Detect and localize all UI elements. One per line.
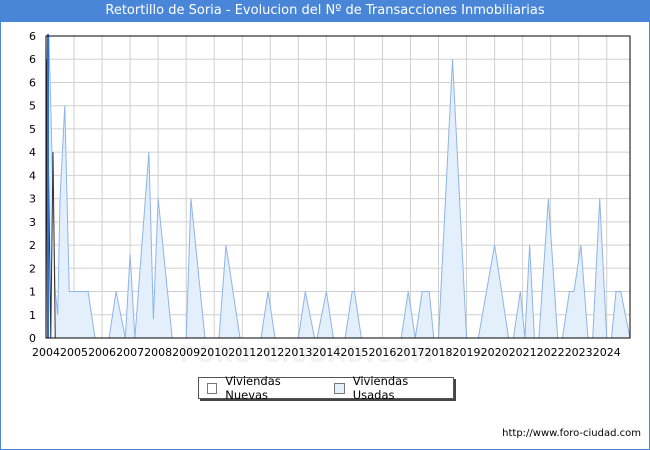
legend-label-nuevas: Viviendas Nuevas: [225, 374, 281, 402]
y-tick-label: 6: [29, 30, 36, 43]
y-tick-label: 1: [29, 309, 36, 322]
x-tick-label: 2024: [593, 346, 621, 359]
legend-swatch-usadas: [334, 382, 345, 394]
x-tick-label: 2008: [144, 346, 172, 359]
x-tick-label: 2006: [88, 346, 116, 359]
y-tick-label: 3: [29, 216, 36, 229]
y-tick-label: 4: [29, 169, 36, 182]
x-tick-label: 2022: [537, 346, 565, 359]
legend-swatch-nuevas: [207, 382, 218, 394]
x-tick-label: 2007: [116, 346, 144, 359]
x-tick-label: 2015: [340, 346, 368, 359]
x-tick-label: 2014: [312, 346, 340, 359]
x-tick-label: 2013: [284, 346, 312, 359]
x-tick-label: 2016: [368, 346, 396, 359]
credit-link[interactable]: http://www.foro-ciudad.com: [502, 428, 641, 439]
legend-item-nuevas: Viviendas Nuevas: [207, 374, 318, 402]
y-tick-label: 2: [29, 239, 36, 252]
x-tick-label: 2023: [565, 346, 593, 359]
x-tick-label: 2009: [172, 346, 200, 359]
x-tick-label: 2020: [481, 346, 509, 359]
x-tick-label: 2019: [453, 346, 481, 359]
legend-label-usadas: Viviendas Usadas: [352, 374, 409, 402]
x-tick-label: 2005: [60, 346, 88, 359]
y-tick-label: 1: [29, 286, 36, 299]
x-tick-label: 2017: [396, 346, 424, 359]
legend-item-usadas: Viviendas Usadas: [334, 374, 445, 402]
y-tick-label: 6: [29, 53, 36, 66]
legend: Viviendas Nuevas Viviendas Usadas: [198, 374, 454, 402]
x-tick-label: 2012: [256, 346, 284, 359]
y-tick-label: 0: [29, 332, 36, 345]
y-tick-label: 5: [29, 100, 36, 113]
x-tick-label: 2021: [509, 346, 537, 359]
y-tick-label: 2: [29, 262, 36, 275]
x-tick-label: 2004: [32, 346, 60, 359]
x-tick-label: 2018: [425, 346, 453, 359]
x-tick-label: 2011: [228, 346, 256, 359]
y-tick-label: 3: [29, 193, 36, 206]
y-tick-label: 4: [29, 146, 36, 159]
y-tick-label: 6: [29, 76, 36, 89]
x-tick-label: 2010: [200, 346, 228, 359]
y-tick-label: 5: [29, 123, 36, 136]
